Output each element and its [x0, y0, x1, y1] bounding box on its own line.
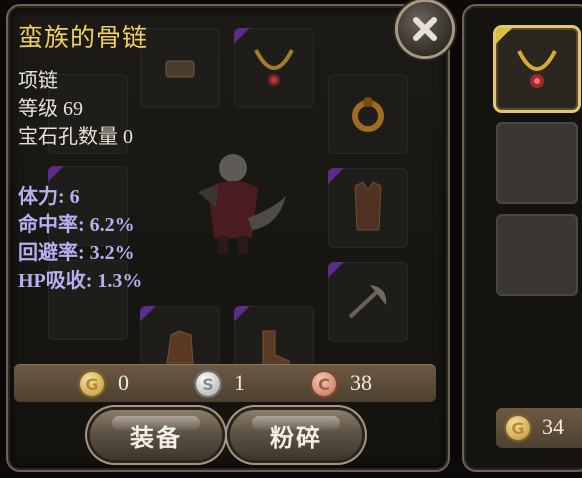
- smash-button[interactable]: 粉碎: [230, 410, 362, 460]
- item-gem-slots: 宝石孔数量 0: [18, 126, 133, 148]
- equip-slot-weapon[interactable]: [328, 262, 408, 342]
- copper-coin-icon: C: [310, 370, 338, 398]
- player-gold-amount: 34: [542, 414, 564, 439]
- necklace-icon: [496, 28, 578, 110]
- smash-button-label: 粉碎: [270, 425, 322, 452]
- item-type: 项链: [18, 70, 58, 92]
- necklace-icon: [234, 28, 314, 108]
- armor-icon: [328, 168, 408, 248]
- item-level: 等级 69: [18, 98, 83, 120]
- equip-button-label: 装备: [130, 425, 182, 452]
- stat-hp-absorb: HP吸收: 1.3%: [18, 270, 143, 292]
- gold-coin-icon: G: [504, 414, 532, 442]
- gold-amount: 0: [118, 370, 129, 395]
- player-gold-bar: G 34: [496, 408, 582, 448]
- copper-amount: 38: [350, 370, 372, 395]
- stat-hit-rate: 命中率: 6.2%: [18, 214, 135, 236]
- equip-button[interactable]: 装备: [90, 410, 222, 460]
- equip-slot-ring[interactable]: [328, 74, 408, 154]
- equip-slot-armor[interactable]: [328, 168, 408, 248]
- sell-price-bar: G 0 S 1 C 38: [14, 364, 436, 402]
- item-name: 蛮族的骨链: [18, 25, 149, 52]
- inventory-slot[interactable]: [496, 122, 578, 204]
- silver-amount: 1: [234, 370, 245, 395]
- ring-icon: [328, 74, 408, 154]
- inventory-slot-selected[interactable]: [496, 28, 578, 110]
- bag-icon: [140, 28, 220, 108]
- silver-coin-icon: S: [194, 370, 222, 398]
- inventory-slot[interactable]: [496, 214, 578, 296]
- close-button[interactable]: [398, 2, 452, 56]
- axe-icon: [328, 262, 408, 342]
- stat-vitality: 体力: 6: [18, 186, 80, 208]
- gold-coin-icon: G: [78, 370, 106, 398]
- stat-evasion: 回避率: 3.2%: [18, 242, 135, 264]
- equip-slot-head[interactable]: [140, 28, 220, 108]
- equip-slot-necklace[interactable]: [234, 28, 314, 108]
- close-icon: [413, 17, 437, 41]
- character-figure: [178, 148, 288, 258]
